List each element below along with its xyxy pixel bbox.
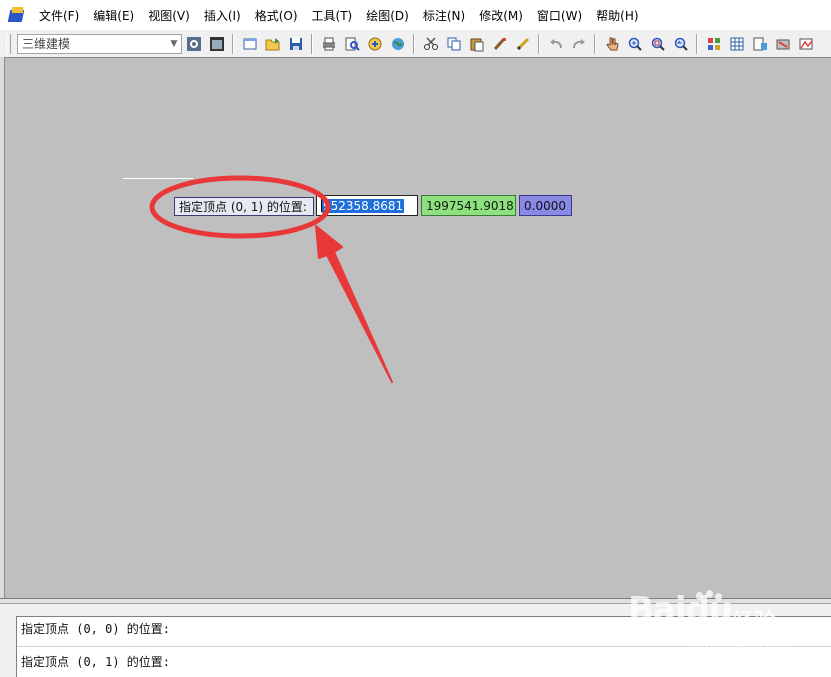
brush-icon (493, 37, 506, 50)
command-input-line[interactable]: 指定顶点 (0, 1) 的位置: (21, 653, 170, 670)
pencil-icon (516, 37, 529, 50)
pan-button[interactable] (602, 34, 622, 54)
menu-tools[interactable]: 工具(T) (305, 7, 360, 24)
menu-draw[interactable]: 绘图(D) (359, 7, 416, 24)
x-coordinate-input[interactable]: 1952358.8681 (316, 195, 418, 216)
save-icon (289, 37, 302, 50)
menu-insert[interactable]: 插入(I) (197, 7, 248, 24)
paw-icon (696, 592, 703, 600)
x-selected-value: 952358.8681 (322, 198, 405, 213)
undo-icon (549, 38, 562, 48)
menu-view[interactable]: 视图(V) (141, 7, 197, 24)
publish-icon (368, 37, 381, 50)
toolbar-separator (413, 33, 415, 54)
paw-icon (715, 593, 722, 601)
zoom-previous-button[interactable] (671, 34, 691, 54)
undo-button[interactable] (546, 34, 566, 54)
toolbar-separator (696, 33, 698, 54)
properties-button[interactable] (704, 34, 724, 54)
watermark-cn: 经验 (732, 610, 777, 635)
command-history-line: 指定顶点 (0, 0) 的位置: (21, 622, 171, 636)
print-preview-button[interactable] (342, 34, 362, 54)
sheet-set-button[interactable] (773, 34, 793, 54)
dynamic-input-prompt: 指定顶点 (0, 1) 的位置: (174, 197, 314, 216)
chevron-down-icon[interactable]: ▼ (167, 39, 181, 49)
print-preview-icon (345, 37, 360, 51)
standard-toolbar: 三维建模 ▼ (0, 30, 831, 58)
menu-bar: 文件(F) 编辑(E) 视图(V) 插入(I) 格式(O) 工具(T) 绘图(D… (0, 0, 831, 31)
cut-button[interactable] (421, 34, 441, 54)
toolbar-grip[interactable] (6, 33, 11, 54)
zoom-window-icon (651, 37, 665, 51)
tool-palettes-button[interactable] (750, 34, 770, 54)
redo-button[interactable] (569, 34, 589, 54)
web-button[interactable] (388, 34, 408, 54)
toolbar-separator (594, 33, 596, 54)
redo-icon (572, 38, 585, 48)
paw-icon (706, 590, 713, 598)
menu-edit[interactable]: 编辑(E) (86, 7, 141, 24)
menu-format[interactable]: 格式(O) (248, 7, 305, 24)
sheet-set-icon (776, 39, 789, 49)
zoom-realtime-button[interactable] (625, 34, 645, 54)
workspace-select[interactable]: 三维建模 ▼ (17, 33, 182, 54)
menu-help[interactable]: 帮助(H) (589, 7, 645, 24)
match-properties-button[interactable] (490, 34, 510, 54)
gear-icon (186, 36, 201, 51)
publish-button[interactable] (365, 34, 385, 54)
pan-hand-icon (605, 37, 619, 50)
menu-dimension[interactable]: 标注(N) (416, 7, 472, 24)
new-button[interactable] (240, 34, 260, 54)
drawing-canvas[interactable] (4, 57, 831, 598)
markup-icon (799, 38, 813, 49)
design-center-button[interactable] (727, 34, 747, 54)
workspace-value: 三维建模 (22, 37, 71, 51)
workspace-settings-button[interactable] (184, 34, 204, 54)
menu-file[interactable]: 文件(F) (32, 7, 86, 24)
menu-window[interactable]: 窗口(W) (530, 7, 589, 24)
properties-icon (707, 37, 720, 50)
save-button[interactable] (286, 34, 306, 54)
menu-modify[interactable]: 修改(M) (472, 7, 530, 24)
toolbar-separator (311, 33, 313, 54)
paste-icon (470, 38, 483, 51)
zoom-previous-icon (674, 37, 688, 51)
open-button[interactable] (263, 34, 283, 54)
markup-set-button[interactable] (796, 34, 816, 54)
scissors-icon (423, 36, 438, 50)
toolbar-separator (232, 33, 234, 54)
open-folder-icon (265, 37, 279, 50)
drawn-line (123, 178, 193, 179)
workspace-save-button[interactable] (207, 34, 227, 54)
workspace-icon (209, 36, 224, 51)
copy-button[interactable] (444, 34, 464, 54)
watermark: Baidu 经验 jingyan.baidu.com (628, 590, 828, 660)
tool-palette-icon (753, 37, 767, 50)
watermark-url: jingyan.baidu.com (688, 638, 790, 651)
copy-icon (447, 37, 460, 50)
paste-button[interactable] (467, 34, 487, 54)
z-coordinate-input[interactable]: 0.0000 (519, 195, 572, 216)
print-icon (322, 37, 335, 50)
zoom-in-icon (628, 37, 642, 51)
toolbar-separator (538, 33, 540, 54)
design-center-icon (730, 37, 743, 50)
app-logo-icon[interactable] (7, 6, 26, 24)
zoom-window-button[interactable] (648, 34, 668, 54)
new-file-icon (243, 38, 256, 49)
globe-icon (391, 37, 404, 50)
block-editor-button[interactable] (513, 34, 533, 54)
print-button[interactable] (319, 34, 339, 54)
y-coordinate-input[interactable]: 1997541.9018 (421, 195, 516, 216)
